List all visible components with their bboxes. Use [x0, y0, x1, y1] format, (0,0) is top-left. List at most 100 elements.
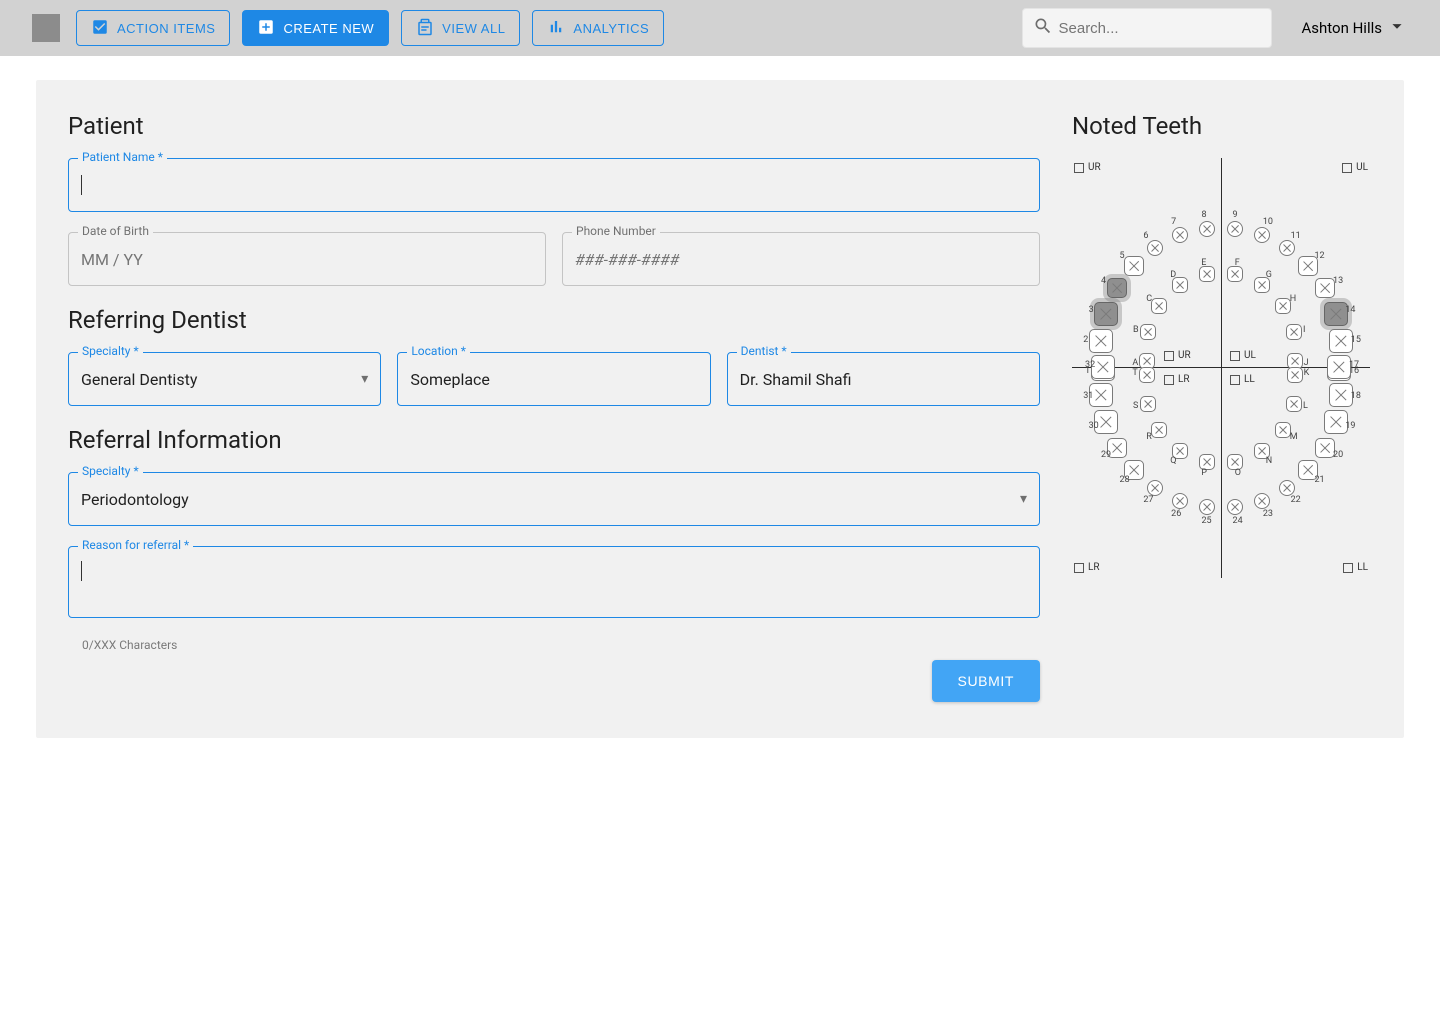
phone-field[interactable]: Phone Number — [562, 232, 1040, 286]
submit-button[interactable]: SUBMIT — [932, 660, 1041, 702]
tooth-primary-T[interactable] — [1139, 367, 1155, 383]
action-items-label: ACTION ITEMS — [117, 21, 215, 36]
tooth-11[interactable] — [1279, 240, 1295, 256]
tooth-primary-F[interactable] — [1227, 266, 1243, 282]
patient-name-field[interactable]: Patient Name * — [68, 158, 1040, 212]
action-items-button[interactable]: ACTION ITEMS — [76, 10, 230, 46]
tooth-primary-label-H: H — [1290, 294, 1296, 304]
tooth-17[interactable] — [1327, 355, 1351, 379]
add-box-icon — [257, 18, 275, 39]
clipboard-icon — [416, 18, 434, 39]
referring-dentist-field[interactable]: Dentist * — [727, 352, 1040, 406]
referring-dentist-input[interactable] — [740, 370, 1027, 389]
tooth-number-13: 13 — [1333, 276, 1343, 286]
tooth-23[interactable] — [1254, 493, 1270, 509]
quadrant-ll-inner[interactable]: LL — [1230, 374, 1255, 385]
search-box[interactable] — [1022, 8, 1272, 48]
quadrant-ll-bottom[interactable]: LL — [1343, 562, 1368, 573]
referral-specialty-label: Specialty * — [78, 464, 143, 478]
tooth-number-17: 17 — [1349, 360, 1359, 370]
tooth-primary-H[interactable] — [1275, 298, 1291, 314]
tooth-8[interactable] — [1199, 221, 1215, 237]
search-input[interactable] — [1059, 20, 1261, 37]
user-menu[interactable]: Ashton Hills — [1284, 15, 1409, 41]
tooth-19[interactable] — [1324, 410, 1348, 434]
tooth-primary-L[interactable] — [1286, 396, 1302, 412]
user-name: Ashton Hills — [1302, 19, 1383, 37]
view-all-label: VIEW ALL — [442, 21, 505, 36]
referral-reason-input[interactable] — [82, 561, 1027, 609]
tooth-number-2: 2 — [1083, 335, 1088, 345]
referral-specialty-field[interactable]: Specialty * Periodontology ▾ — [68, 472, 1040, 526]
tooth-6[interactable] — [1147, 240, 1163, 256]
tooth-3[interactable] — [1094, 302, 1118, 326]
tooth-primary-label-D: D — [1170, 270, 1176, 280]
form-column: Patient Patient Name * Date of Birth Pho… — [68, 112, 1040, 702]
referring-location-field[interactable]: Location * — [397, 352, 710, 406]
referring-specialty-field[interactable]: Specialty * General Dentisty ▾ — [68, 352, 381, 406]
tooth-number-26: 26 — [1171, 509, 1181, 519]
tooth-25[interactable] — [1199, 499, 1215, 515]
tooth-number-32: 32 — [1085, 360, 1095, 370]
tooth-24[interactable] — [1227, 499, 1243, 515]
tooth-primary-label-C: C — [1146, 294, 1152, 304]
tooth-9[interactable] — [1227, 221, 1243, 237]
tooth-26[interactable] — [1172, 493, 1188, 509]
tooth-number-20: 20 — [1333, 450, 1343, 460]
quadrant-ur-inner[interactable]: UR — [1164, 350, 1191, 361]
tooth-number-30: 30 — [1089, 421, 1099, 431]
tooth-number-18: 18 — [1351, 391, 1361, 401]
app-logo — [32, 14, 60, 42]
tooth-primary-R[interactable] — [1151, 422, 1167, 438]
tooth-13[interactable] — [1315, 278, 1335, 298]
analytics-button[interactable]: ANALYTICS — [532, 10, 664, 46]
referral-specialty-value: Periodontology — [81, 490, 1020, 509]
tooth-14[interactable] — [1324, 302, 1348, 326]
tooth-primary-I[interactable] — [1286, 324, 1302, 340]
tooth-15[interactable] — [1329, 329, 1353, 353]
tooth-2[interactable] — [1089, 329, 1113, 353]
top-toolbar: ACTION ITEMS CREATE NEW VIEW ALL ANALYTI… — [0, 0, 1440, 56]
quadrant-lr-bottom[interactable]: LR — [1074, 562, 1100, 573]
referral-reason-field[interactable]: Reason for referral * — [68, 546, 1040, 618]
tooth-primary-label-S: S — [1133, 401, 1138, 411]
dob-input[interactable] — [81, 250, 533, 269]
tooth-22[interactable] — [1279, 480, 1295, 496]
tooth-primary-S[interactable] — [1140, 396, 1156, 412]
teeth-chart[interactable]: UR UL UR UL LR LL LR LL 1234567891011121… — [1072, 158, 1370, 578]
dob-field[interactable]: Date of Birth — [68, 232, 546, 286]
tooth-7[interactable] — [1172, 227, 1188, 243]
tooth-5[interactable] — [1124, 256, 1144, 276]
create-new-label: CREATE NEW — [283, 21, 374, 36]
tooth-18[interactable] — [1329, 383, 1353, 407]
quadrant-ul-top[interactable]: UL — [1342, 162, 1368, 173]
phone-input[interactable] — [575, 250, 1027, 269]
quadrant-ul-inner[interactable]: UL — [1230, 350, 1256, 361]
referring-heading: Referring Dentist — [68, 306, 1040, 334]
tooth-10[interactable] — [1254, 227, 1270, 243]
check-box-icon — [91, 18, 109, 39]
tooth-primary-label-Q: Q — [1170, 456, 1176, 466]
view-all-button[interactable]: VIEW ALL — [401, 10, 520, 46]
tooth-primary-B[interactable] — [1140, 324, 1156, 340]
quadrant-ur-top[interactable]: UR — [1074, 162, 1101, 173]
tooth-primary-K[interactable] — [1287, 367, 1303, 383]
tooth-4[interactable] — [1107, 278, 1127, 298]
tooth-primary-O[interactable] — [1227, 454, 1243, 470]
tooth-20[interactable] — [1315, 438, 1335, 458]
tooth-primary-M[interactable] — [1275, 422, 1291, 438]
tooth-primary-label-N: N — [1266, 456, 1272, 466]
tooth-number-14: 14 — [1345, 305, 1355, 315]
tooth-primary-C[interactable] — [1151, 298, 1167, 314]
teeth-heading: Noted Teeth — [1072, 112, 1372, 140]
patient-name-input[interactable] — [82, 176, 1027, 195]
tooth-27[interactable] — [1147, 480, 1163, 496]
referring-location-input[interactable] — [410, 370, 697, 389]
tooth-primary-E[interactable] — [1199, 266, 1215, 282]
tooth-primary-P[interactable] — [1199, 454, 1215, 470]
chart-axis-vertical — [1221, 158, 1222, 578]
tooth-number-23: 23 — [1263, 509, 1273, 519]
quadrant-lr-inner[interactable]: LR — [1164, 374, 1190, 385]
create-new-button[interactable]: CREATE NEW — [242, 10, 389, 46]
dropdown-arrow-icon: ▾ — [361, 371, 368, 387]
